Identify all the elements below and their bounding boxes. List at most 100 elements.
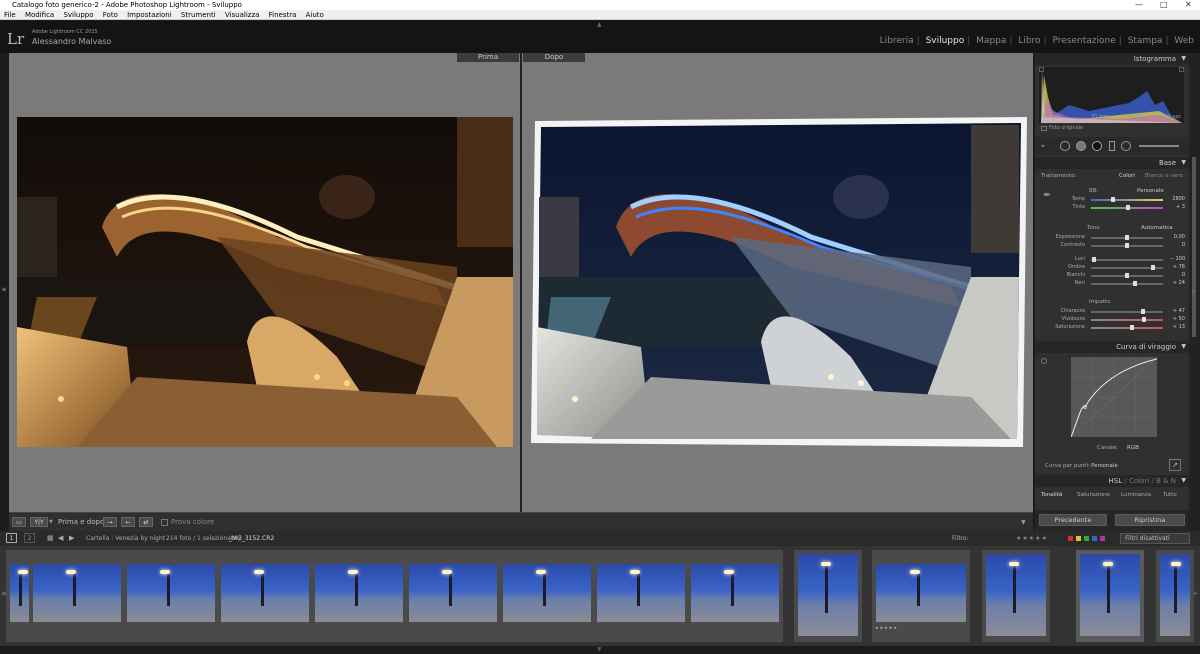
color-tab[interactable]: Colori — [1129, 477, 1149, 485]
filmstrip-cell[interactable] — [794, 550, 862, 642]
hue-subtab[interactable]: Tonalità — [1041, 490, 1062, 501]
hsl-header[interactable]: HSL / Colori / B & N ▼ — [1035, 475, 1190, 487]
slider-handle[interactable] — [1125, 235, 1129, 240]
slider-handle[interactable] — [1126, 205, 1131, 210]
back-icon[interactable]: ◀ — [58, 531, 63, 546]
collapse-top-icon[interactable]: ▲ — [597, 21, 602, 28]
slider-value[interactable]: + 13 — [1167, 324, 1185, 330]
right-panel-scrollbar[interactable]: ▶ — [1189, 53, 1200, 531]
slider-track[interactable] — [1091, 309, 1163, 314]
channel-select[interactable]: RGB — [1127, 445, 1139, 451]
radial-filter-icon[interactable] — [1121, 141, 1131, 151]
module-presentazione[interactable]: Presentazione — [1053, 36, 1116, 46]
slider-track[interactable] — [1091, 205, 1163, 210]
copy-after-to-before-button[interactable]: ← — [121, 517, 135, 527]
collapse-icon[interactable]: ▼ — [1181, 475, 1186, 487]
filmstrip-cell[interactable] — [593, 550, 689, 642]
slider-handle[interactable] — [1133, 281, 1138, 286]
filmstrip-cell[interactable] — [123, 550, 219, 642]
slider-value[interactable]: − 100 — [1167, 256, 1185, 262]
slider-handle[interactable] — [1129, 325, 1134, 330]
scrollbar-thumb[interactable] — [1192, 157, 1196, 337]
module-sviluppo[interactable]: Sviluppo — [926, 36, 965, 46]
forward-icon[interactable]: ▶ — [69, 531, 74, 546]
filmstrip-thumbnail[interactable] — [876, 564, 966, 622]
menu-sviluppo[interactable]: Sviluppo — [63, 11, 93, 19]
slider-handle[interactable] — [1111, 197, 1116, 202]
module-libreria[interactable]: Libreria — [880, 36, 914, 46]
slider-value[interactable]: 2800 — [1167, 196, 1185, 202]
filmstrip-thumbnail[interactable] — [409, 564, 497, 622]
slider-track[interactable] — [1091, 281, 1163, 286]
treatment-color-option[interactable]: Colori — [1119, 173, 1135, 179]
treatment-bw-option[interactable]: Bianco e nero — [1145, 173, 1183, 179]
menu-modifica[interactable]: Modifica — [25, 11, 54, 19]
color-label-filter[interactable] — [1068, 536, 1114, 541]
filmstrip-cell[interactable] — [687, 550, 783, 642]
before-photo[interactable] — [17, 117, 513, 447]
hsl-tab[interactable]: HSL — [1109, 477, 1123, 485]
view-mode-button[interactable]: Y|Y — [30, 517, 48, 527]
filmstrip-cell[interactable] — [1156, 550, 1194, 642]
filmstrip-thumbnail[interactable] — [10, 564, 30, 622]
tone-curve-header[interactable]: Curva di viraggio ▼ — [1035, 341, 1190, 353]
module-web[interactable]: Web — [1174, 36, 1194, 46]
filmstrip-thumbnail[interactable] — [503, 564, 591, 622]
collapse-icon[interactable]: ▼ — [1181, 157, 1186, 169]
display-1-button[interactable]: 1 — [6, 533, 17, 543]
redeye-correction-icon[interactable] — [1092, 141, 1102, 151]
proof-checkbox[interactable] — [161, 519, 168, 526]
slider-handle[interactable] — [1141, 309, 1146, 314]
filmstrip-thumbnail[interactable] — [221, 564, 309, 622]
reset-button[interactable]: Ripristina — [1115, 514, 1185, 526]
filmstrip-cell[interactable] — [217, 550, 313, 642]
menu-visualizza[interactable]: Visualizza — [225, 11, 259, 19]
filmstrip-scroll-left-icon[interactable]: ◀ — [1, 590, 6, 597]
menu-impostazioni[interactable]: Impostazioni — [127, 11, 172, 19]
maximize-icon[interactable]: □ — [1160, 0, 1168, 10]
filmstrip-thumbnail[interactable] — [986, 554, 1046, 636]
slider-handle[interactable] — [1142, 317, 1146, 322]
histogram-header[interactable]: Istogramma ▼ — [1035, 53, 1190, 65]
filmstrip-thumbnail[interactable] — [33, 564, 121, 622]
crop-tool-icon[interactable]: ⌖ — [1041, 142, 1045, 151]
filmstrip-thumbnail[interactable] — [1160, 554, 1190, 636]
filmstrip-thumbnail[interactable] — [1080, 554, 1140, 636]
slider-track[interactable] — [1091, 243, 1163, 248]
filmstrip-cell[interactable] — [311, 550, 407, 642]
slider-value[interactable]: + 3 — [1167, 204, 1185, 210]
slider-track[interactable] — [1091, 235, 1163, 240]
filter-preset-select[interactable]: Filtri disattivati — [1120, 533, 1190, 544]
spot-removal-icon[interactable] — [1060, 141, 1070, 151]
filmstrip-thumbnail[interactable] — [315, 564, 403, 622]
left-panel-toggle-icon[interactable]: ◀ — [1, 286, 6, 293]
red-eye-icon[interactable] — [1076, 141, 1086, 151]
selected-filename[interactable]: _MG_3152.CR2 — [229, 531, 274, 546]
edit-point-curve-icon[interactable]: ↗ — [1169, 459, 1181, 471]
filmstrip-cell[interactable] — [1076, 550, 1144, 642]
swap-before-after-button[interactable]: ⇄ — [139, 517, 153, 527]
luminance-subtab[interactable]: Luminanza — [1121, 490, 1151, 501]
all-subtab[interactable]: Tutto — [1163, 490, 1177, 501]
tone-auto-button[interactable]: Automatica — [1141, 225, 1173, 231]
slider-handle[interactable] — [1125, 243, 1129, 248]
display-2-button[interactable]: 2 — [24, 533, 35, 543]
grid-icon[interactable]: ▦ — [47, 531, 54, 546]
module-stampa[interactable]: Stampa — [1128, 36, 1163, 46]
slider-handle[interactable] — [1125, 273, 1129, 278]
menu-aiuto[interactable]: Aiuto — [306, 11, 324, 19]
point-curve-select[interactable]: Personale — [1091, 463, 1118, 469]
slider-track[interactable] — [1091, 197, 1163, 202]
slider-handle[interactable] — [1092, 257, 1097, 262]
menu-strumenti[interactable]: Strumenti — [181, 11, 216, 19]
slider-value[interactable]: + 47 — [1167, 308, 1185, 314]
copy-before-to-after-button[interactable]: → — [103, 517, 117, 527]
slider-value[interactable]: + 76 — [1167, 264, 1185, 270]
rating-filter-stars[interactable]: ★★★★★ — [1016, 531, 1048, 546]
minimize-icon[interactable]: — — [1135, 0, 1143, 10]
menu-file[interactable]: File — [4, 11, 16, 19]
view-mode-dropdown-icon[interactable]: ▼ — [49, 513, 53, 532]
slider-track[interactable] — [1091, 317, 1163, 322]
slider-track[interactable] — [1091, 325, 1163, 330]
filmstrip-thumbnail[interactable] — [127, 564, 215, 622]
